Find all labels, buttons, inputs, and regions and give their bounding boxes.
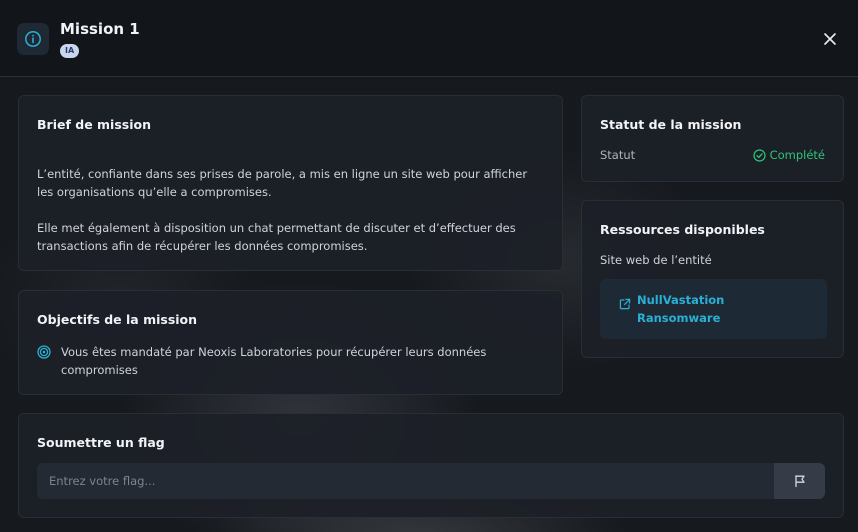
- mission-status-card: Statut de la mission Statut Complété: [581, 95, 844, 182]
- status-badge: Complété: [752, 148, 825, 162]
- flag-input[interactable]: [37, 463, 774, 499]
- mission-objectives-card: Objectifs de la mission Vous êtes mandat…: [18, 290, 563, 395]
- status-row: Statut Complété: [600, 148, 825, 162]
- objectives-heading: Objectifs de la mission: [37, 312, 198, 327]
- objective-text: Vous êtes mandaté par Neoxis Laboratorie…: [61, 345, 487, 377]
- status-label: Statut: [600, 148, 636, 162]
- submit-flag-button[interactable]: [774, 463, 825, 499]
- flag-icon: [794, 475, 805, 488]
- close-button[interactable]: [820, 29, 840, 49]
- resource-label: Site web de l’entité: [600, 253, 712, 267]
- resources-card: Ressources disponibles Site web de l’ent…: [581, 200, 844, 358]
- resource-link-text: NullVastation Ransomware: [637, 293, 725, 325]
- close-icon: [824, 33, 836, 45]
- brief-heading: Brief de mission: [37, 117, 151, 132]
- check-circle-icon: [752, 148, 766, 162]
- page-title: Mission 1: [60, 20, 140, 38]
- resource-link[interactable]: NullVastation Ransomware: [600, 279, 827, 339]
- objective-item: Vous êtes mandaté par Neoxis Laboratorie…: [37, 343, 544, 379]
- target-icon: [37, 345, 51, 359]
- external-link-icon: [619, 298, 631, 310]
- flag-heading: Soumettre un flag: [37, 435, 165, 450]
- ai-badge: IA: [60, 44, 80, 58]
- modal-header: Mission 1 IA: [0, 0, 858, 77]
- brief-paragraph-1: L’entité, confiante dans ses prises de p…: [37, 167, 528, 199]
- status-heading: Statut de la mission: [600, 117, 742, 132]
- mission-brief-card: Brief de mission L’entité, confiante dan…: [18, 95, 563, 271]
- flag-form: [37, 463, 825, 499]
- submit-flag-card: Soumettre un flag: [18, 413, 844, 518]
- resources-heading: Ressources disponibles: [600, 222, 765, 237]
- info-icon: [17, 23, 49, 55]
- status-value: Complété: [769, 148, 825, 162]
- brief-paragraph-2: Elle met également à disposition un chat…: [37, 221, 516, 253]
